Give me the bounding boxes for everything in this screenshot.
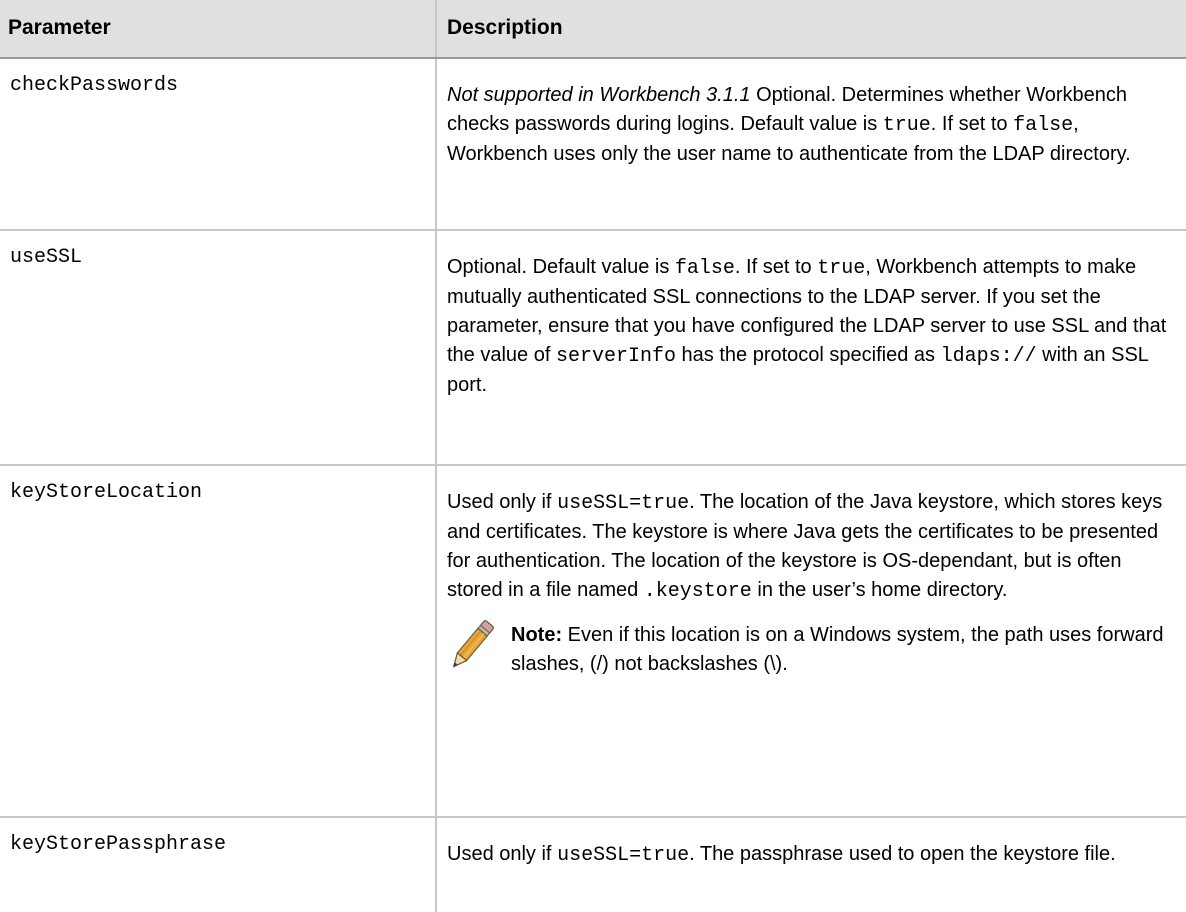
code-value: serverInfo — [555, 345, 676, 368]
header-parameter: Parameter — [0, 0, 437, 59]
param-description: Used only if useSSL=true. The location o… — [436, 465, 1186, 818]
param-name: checkPasswords — [0, 58, 437, 231]
note-block: Note: Even if this location is on a Wind… — [447, 620, 1174, 679]
desc-text: Optional. Default value is — [447, 256, 675, 278]
desc-paragraph: Used only if useSSL=true. The location o… — [447, 488, 1174, 606]
code-value: false — [674, 257, 735, 280]
param-description: Not supported in Workbench 3.1.1 Optiona… — [436, 58, 1186, 231]
code-value: false — [1013, 114, 1074, 137]
table-header-row: Parameter Description — [0, 0, 1186, 59]
code-value: useSSL=true — [557, 492, 690, 515]
code-value: .keystore — [643, 580, 752, 603]
header-description: Description — [436, 0, 1186, 59]
desc-text: in the user’s home directory. — [751, 579, 1008, 601]
desc-text: Used only if — [447, 491, 558, 513]
code-value: ldaps:// — [940, 345, 1037, 368]
param-description: Optional. Default value is false. If set… — [436, 230, 1186, 466]
desc-text: . If set to — [930, 113, 1014, 135]
pencil-icon — [447, 615, 495, 677]
param-name: keyStorePassphrase — [0, 817, 437, 912]
not-supported-note: Not supported in Workbench 3.1.1 — [447, 84, 751, 106]
desc-text: has the protocol specified as — [676, 344, 941, 366]
param-name: keyStoreLocation — [0, 465, 437, 818]
code-value: true — [817, 257, 866, 280]
note-label: Note: — [511, 624, 563, 646]
table-row: checkPasswords Not supported in Workbenc… — [0, 58, 1186, 231]
table-row: useSSL Optional. Default value is false.… — [0, 230, 1186, 466]
table-row: keyStoreLocation Used only if useSSL=tru… — [0, 465, 1186, 818]
code-value: useSSL=true — [557, 844, 690, 867]
param-name: useSSL — [0, 230, 437, 466]
code-value: true — [882, 114, 931, 137]
note-body: Even if this location is on a Windows sy… — [511, 624, 1164, 675]
note-text: Note: Even if this location is on a Wind… — [511, 621, 1174, 679]
parameter-table: Parameter Description checkPasswords Not… — [0, 0, 1186, 912]
desc-text: . The passphrase used to open the keysto… — [689, 843, 1116, 865]
desc-text: . If set to — [734, 256, 818, 278]
table-row: keyStorePassphrase Used only if useSSL=t… — [0, 817, 1186, 912]
param-description: Used only if useSSL=true. The passphrase… — [436, 817, 1186, 912]
desc-text: Used only if — [447, 843, 558, 865]
